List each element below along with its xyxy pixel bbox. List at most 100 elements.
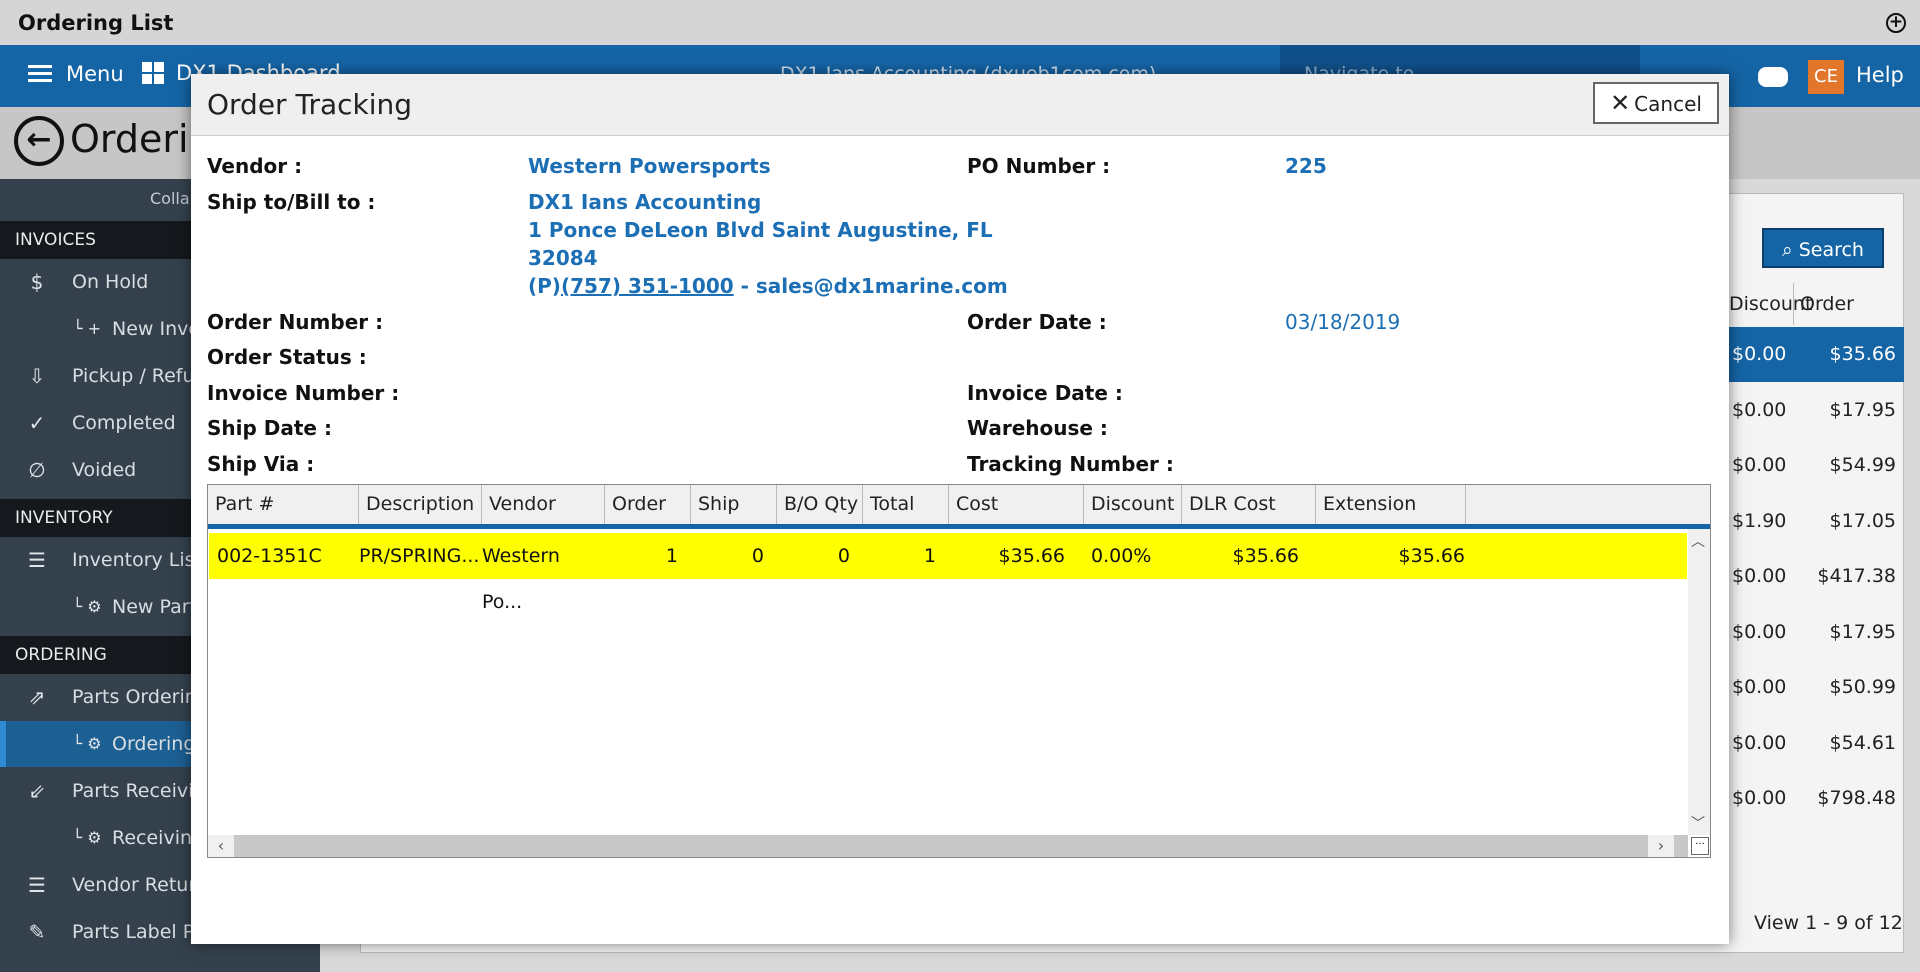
scroll-up-icon[interactable]: ︿ <box>1691 531 1705 551</box>
order-date-value: 03/18/2019 <box>1285 310 1401 334</box>
vendor-value: Western Powersports <box>528 154 771 178</box>
close-icon: ✕ <box>1610 89 1631 117</box>
list-row[interactable]: $0.00 $35.66 <box>1720 327 1904 382</box>
menu-button[interactable]: Menu <box>28 62 124 86</box>
row-order-amount: $417.38 <box>1817 565 1896 587</box>
warehouse-label: Warehouse : <box>967 416 1108 440</box>
row-order-amount: $50.99 <box>1829 676 1896 698</box>
more-options-icon[interactable]: ... <box>1691 837 1709 855</box>
grid-cell-bo-qty: 0 <box>837 545 850 567</box>
row-discount: $1.90 <box>1732 509 1787 532</box>
row-order-amount: $54.99 <box>1829 454 1896 476</box>
sidebar-item-label: On Hold <box>72 271 149 293</box>
grid-column-header[interactable]: Total <box>863 485 949 524</box>
receiving-icon: ⇙ <box>28 779 46 803</box>
list-row[interactable]: $0.00 $17.95 <box>1720 605 1904 660</box>
ship-via-label: Ship Via : <box>207 452 315 476</box>
order-tracking-modal: Order Tracking ✕ Cancel Vendor : Western … <box>191 74 1729 944</box>
menu-label: Menu <box>66 62 124 86</box>
row-discount: $0.00 <box>1732 787 1787 809</box>
order-date-label: Order Date : <box>967 310 1107 334</box>
grid-column-header[interactable]: Order Qty <box>605 485 691 554</box>
dollar-icon: $ <box>30 270 44 294</box>
modal-title: Order Tracking <box>207 88 413 121</box>
vendor-label: Vendor : <box>207 154 303 178</box>
vertical-scrollbar[interactable]: ︿ ﹀ <box>1688 529 1710 835</box>
column-header-order-amount[interactable]: Order Am... <box>1793 283 1904 357</box>
po-number-label: PO Number : <box>967 154 1111 178</box>
list-row[interactable]: $0.00 $54.99 <box>1720 438 1904 493</box>
grid-column-header[interactable]: Discount <box>1084 485 1182 524</box>
horizontal-scrollbar[interactable]: ‹ › <box>208 835 1688 857</box>
pagination-info: View 1 - 9 of 12 <box>1754 912 1903 934</box>
window-title: Ordering List <box>18 10 174 35</box>
column-header-discount[interactable]: Discount <box>1720 283 1812 325</box>
help-link[interactable]: Help <box>1856 63 1904 87</box>
cancel-button[interactable]: ✕ Cancel <box>1593 82 1719 124</box>
back-arrow-icon[interactable]: ← <box>14 116 64 166</box>
grid-cell-vendor: Western Po... <box>482 545 560 613</box>
sidebar-item-label: Parts Ordering <box>72 686 209 708</box>
sidebar-item-label: Completed <box>72 412 176 434</box>
ship-address: 1 Ponce DeLeon Blvd Saint Augustine, FL <box>528 218 993 242</box>
contact-separator: - <box>733 274 756 298</box>
row-discount: $0.00 <box>1732 731 1787 754</box>
list-row[interactable]: $0.00 $17.95 <box>1720 383 1904 438</box>
void-icon: ∅ <box>28 458 46 482</box>
grid-cell-ship-qty: 0 <box>751 545 764 567</box>
gear-icon: └ ⚙ <box>72 597 102 616</box>
row-discount: $0.00 <box>1732 676 1787 698</box>
row-discount: $0.00 <box>1732 620 1787 643</box>
list-icon: ☰ <box>28 548 46 572</box>
grid-column-header[interactable]: DLR Cost <box>1182 485 1316 524</box>
scroll-left-icon[interactable]: ‹ <box>208 835 234 857</box>
row-order-amount: $35.66 <box>1829 343 1896 365</box>
user-avatar[interactable]: CE <box>1808 60 1844 94</box>
tracking-number-label: Tracking Number : <box>967 452 1174 476</box>
grid-column-header[interactable]: Cost <box>949 485 1084 524</box>
phone-prefix: (P) <box>528 274 561 298</box>
grid-cell-extension: $35.66 <box>1398 545 1465 567</box>
order-items-grid: Part #DescriptionVendorOrder QtyShip Qty… <box>207 484 1711 858</box>
row-discount: $0.00 <box>1732 565 1787 587</box>
row-order-amount: $17.05 <box>1829 509 1896 532</box>
grid-column-header[interactable]: B/O Qty <box>777 485 863 524</box>
grid-column-header[interactable]: Description <box>359 485 482 524</box>
grid-cell-cost: $35.66 <box>998 545 1065 567</box>
search-label: Search <box>1798 239 1864 261</box>
search-button[interactable]: ⌕ Search <box>1762 228 1884 268</box>
order-status-label: Order Status : <box>207 345 367 369</box>
scroll-right-icon[interactable]: › <box>1648 835 1674 857</box>
grid-cell-part: 002-1351C <box>217 545 322 567</box>
cancel-label: Cancel <box>1634 92 1702 116</box>
hamburger-icon <box>28 65 52 83</box>
list-row[interactable]: $0.00 $798.48 <box>1720 771 1904 826</box>
chat-icon[interactable] <box>1758 67 1788 87</box>
grid-column-header[interactable]: Part # <box>208 485 359 524</box>
add-window-icon[interactable]: + <box>1886 13 1906 33</box>
grid-column-header[interactable]: Extension <box>1316 485 1466 524</box>
ship-contact: (P)(757) 351-1000 - sales@dx1marine.com <box>528 274 1008 298</box>
grid-cell-dlr-cost: $35.66 <box>1232 545 1299 567</box>
list-row[interactable]: $0.00 $417.38 <box>1720 549 1904 604</box>
grid-row[interactable]: 002-1351C PR/SPRING... Western Po... 1 0 0 1 $3… <box>209 533 1687 613</box>
invoice-date-label: Invoice Date : <box>967 381 1123 405</box>
sidebar-item-label: Vendor Return <box>72 874 208 896</box>
grid-cell-order-qty: 1 <box>665 545 678 567</box>
row-discount: $0.00 <box>1732 454 1787 476</box>
row-discount: $0.00 <box>1732 398 1787 421</box>
grid-column-header[interactable]: Vendor <box>482 485 605 524</box>
modal-header: Order Tracking ✕ Cancel <box>191 74 1729 136</box>
list-row[interactable]: $0.00 $54.61 <box>1720 716 1904 771</box>
scroll-down-icon[interactable]: ﹀ <box>1691 813 1705 833</box>
phone-link[interactable]: (757) 351-1000 <box>561 274 734 298</box>
ship-bill-label: Ship to/Bill to : <box>207 190 376 214</box>
list-row[interactable]: $0.00 $50.99 <box>1720 660 1904 715</box>
pickup-icon: ⇩ <box>28 364 46 388</box>
row-order-amount: $17.95 <box>1829 620 1896 643</box>
gear-icon: └ ⚙ <box>72 734 102 753</box>
list-row[interactable]: $1.90 $17.05 <box>1720 494 1904 549</box>
grid-column-header[interactable]: Ship Qty <box>691 485 777 554</box>
label-icon: ✎ <box>28 920 46 944</box>
grid-cell-total: 1 <box>923 545 936 567</box>
